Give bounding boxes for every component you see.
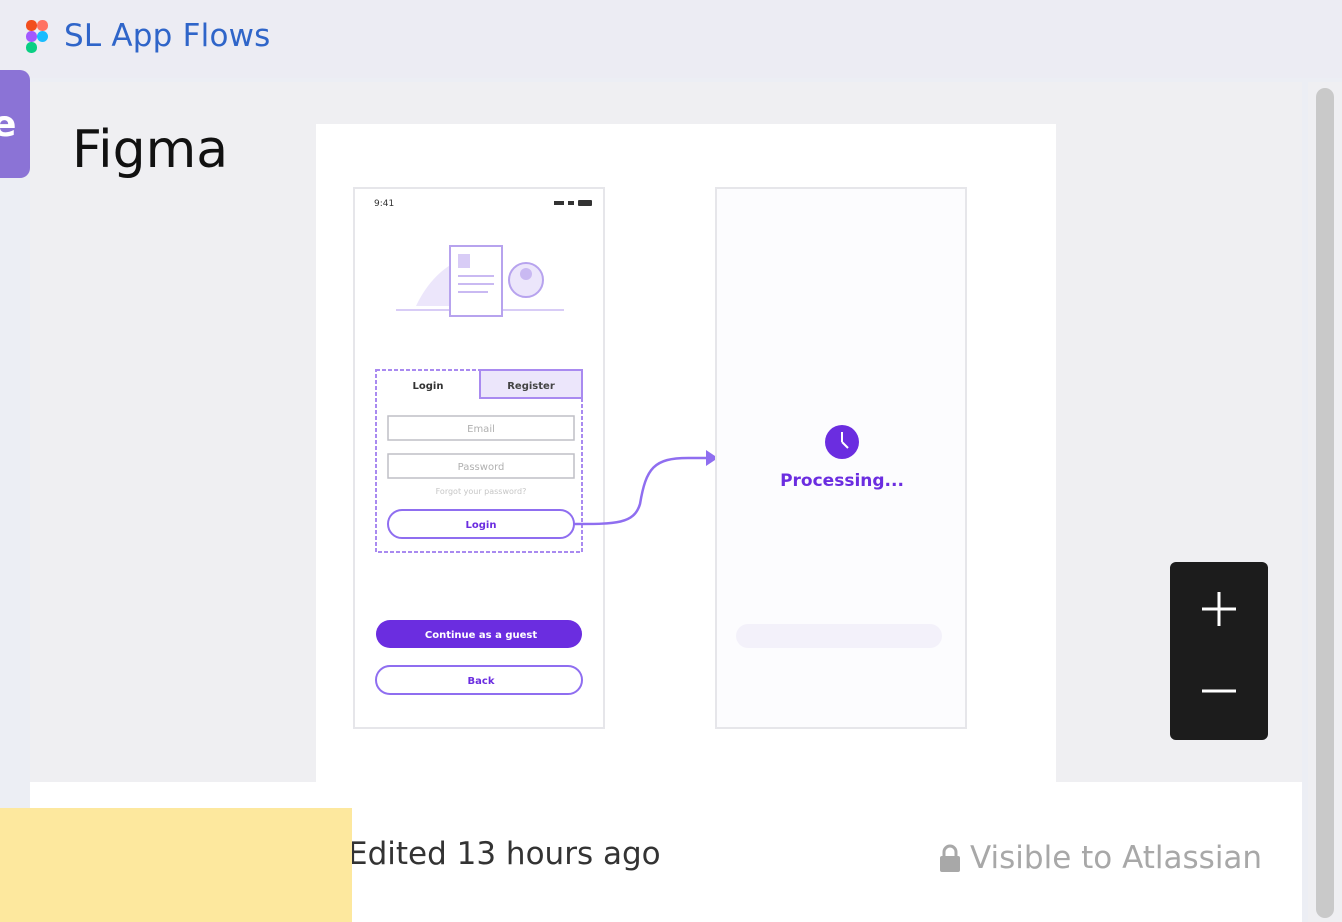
app-name: Figma	[72, 120, 229, 180]
lock-icon	[940, 844, 960, 872]
login-button-label: Login	[466, 520, 497, 531]
figma-preview[interactable]: 9:41 Login Register Email Password Forgo…	[316, 124, 1056, 784]
figma-logo-icon	[26, 20, 48, 53]
prototype-canvas: 9:41 Login Register Email Password Forgo…	[353, 187, 967, 729]
sticky-note[interactable]	[0, 808, 352, 922]
wifi-icon	[568, 201, 574, 205]
scrollbar-thumb[interactable]	[1316, 88, 1334, 918]
processing-label: Processing...	[780, 471, 904, 491]
battery-icon	[578, 200, 592, 206]
status-time: 9:41	[374, 199, 394, 209]
visibility-status: Visible to Atlassian	[938, 840, 1262, 876]
email-placeholder: Email	[467, 424, 495, 435]
zoom-in-button[interactable]	[1170, 576, 1268, 646]
forgot-password-link: Forgot your password?	[436, 487, 527, 496]
back-button-label: Back	[468, 676, 495, 687]
password-placeholder: Password	[458, 462, 505, 473]
minus-icon	[1202, 689, 1236, 693]
tab-register: Register	[507, 381, 555, 392]
board-title-link[interactable]: SL App Flows	[64, 18, 271, 54]
scrollbar[interactable]	[1308, 82, 1342, 922]
visibility-label: Visible to Atlassian	[970, 840, 1263, 876]
zoom-out-button[interactable]	[1170, 656, 1268, 726]
side-panel-tab[interactable]: e	[0, 70, 30, 178]
plus-icon	[1202, 592, 1236, 626]
side-tab-label: e	[0, 104, 17, 145]
tab-login: Login	[413, 381, 444, 392]
edited-timestamp: Edited 13 hours ago	[348, 836, 661, 872]
signal-icon	[554, 201, 564, 205]
zoom-controls	[1170, 562, 1268, 740]
faded-button	[736, 624, 942, 648]
top-bar: SL App Flows	[0, 0, 1342, 78]
guest-button-label: Continue as a guest	[425, 630, 537, 641]
